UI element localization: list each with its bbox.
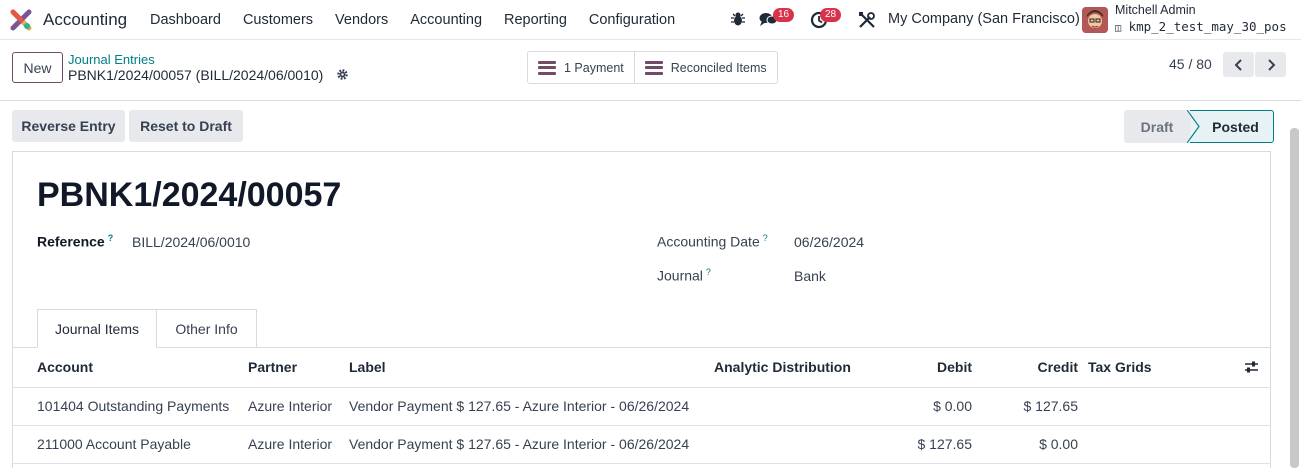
pager-previous-button[interactable]: [1223, 52, 1254, 77]
col-label[interactable]: Label: [349, 359, 386, 375]
pager-next-button[interactable]: [1255, 52, 1286, 77]
journal-value[interactable]: Bank: [794, 268, 826, 284]
cell-debit[interactable]: $ 127.65: [872, 436, 973, 452]
cell-credit[interactable]: $ 0.00: [978, 436, 1078, 452]
database-icon: ◫: [1115, 23, 1122, 34]
accounting-date-value[interactable]: 06/26/2024: [794, 234, 864, 250]
help-tooltip-icon[interactable]: ?: [108, 233, 114, 243]
table-header-divider: [13, 387, 1270, 388]
accounting-date-label-text: Accounting Date: [657, 233, 760, 250]
help-tooltip-icon[interactable]: ?: [763, 233, 768, 243]
page-scrollbar[interactable]: [1290, 128, 1299, 468]
menu-vendors[interactable]: Vendors: [324, 12, 399, 28]
status-bar: Draft Posted: [1124, 110, 1274, 143]
status-arrow: [1187, 110, 1200, 143]
cell-label[interactable]: Vendor Payment $ 127.65 - Azure Interior…: [349, 398, 689, 414]
reverse-entry-button[interactable]: Reverse Entry: [12, 110, 125, 142]
menu-dashboard[interactable]: Dashboard: [139, 12, 232, 28]
tools-icon[interactable]: [858, 11, 876, 29]
smart-buttons: 1 Payment Reconciled Items: [527, 51, 778, 84]
menu-accounting[interactable]: Accounting: [399, 12, 493, 28]
journal-label-text: Journal: [657, 267, 703, 284]
cell-label[interactable]: Vendor Payment $ 127.65 - Azure Interior…: [349, 436, 689, 452]
entry-title: PBNK1/2024/00057: [37, 176, 342, 214]
messages-badge: 16: [773, 8, 795, 22]
reconciled-items-label: Reconciled Items: [670, 60, 767, 75]
app-name[interactable]: Accounting: [43, 10, 127, 30]
pager-value[interactable]: 45 / 80: [1169, 56, 1212, 72]
accounting-date-label: Accounting Date?: [657, 233, 768, 250]
top-navbar: Accounting Dashboard Customers Vendors A…: [0, 0, 1301, 40]
row-divider: [13, 463, 1270, 464]
chevron-left-icon: [1234, 58, 1242, 71]
col-account[interactable]: Account: [37, 359, 93, 375]
cell-account[interactable]: 211000 Account Payable: [37, 436, 191, 452]
chevron-right-icon: [1267, 58, 1275, 71]
journal-label: Journal?: [657, 267, 711, 284]
accounting-app-icon[interactable]: [10, 9, 32, 31]
new-button[interactable]: New: [12, 52, 63, 83]
col-partner[interactable]: Partner: [248, 359, 297, 375]
control-panel: New Journal Entries PBNK1/2024/00057 (BI…: [0, 40, 1301, 101]
reconciled-items-smart-button[interactable]: Reconciled Items: [633, 52, 777, 83]
cell-credit[interactable]: $ 127.65: [978, 398, 1079, 414]
help-tooltip-icon[interactable]: ?: [706, 267, 711, 277]
main-menu: Dashboard Customers Vendors Accounting R…: [139, 0, 686, 40]
breadcrumb-parent[interactable]: Journal Entries: [68, 52, 155, 67]
cell-debit[interactable]: $ 0.00: [872, 398, 972, 414]
menu-customers[interactable]: Customers: [232, 12, 324, 28]
list-icon: [538, 60, 556, 75]
user-name[interactable]: Mitchell Admin: [1115, 3, 1196, 17]
col-credit[interactable]: Credit: [978, 359, 1078, 375]
tab-other-info[interactable]: Other Info: [156, 309, 257, 348]
database-name-text: kmp_2_test_may_30_pos: [1128, 19, 1287, 34]
list-icon: [644, 60, 663, 75]
payment-smart-label: 1 Payment: [564, 60, 624, 75]
payment-smart-button[interactable]: 1 Payment: [528, 52, 634, 83]
col-debit[interactable]: Debit: [872, 359, 972, 375]
cell-partner[interactable]: Azure Interior: [248, 398, 332, 414]
breadcrumb-current: PBNK1/2024/00057 (BILL/2024/06/0010): [68, 67, 324, 83]
user-avatar[interactable]: [1082, 7, 1108, 33]
menu-reporting[interactable]: Reporting: [493, 12, 578, 28]
optional-columns-icon[interactable]: [1244, 360, 1259, 374]
tab-journal-items[interactable]: Journal Items: [37, 309, 157, 348]
col-analytic-distribution[interactable]: Analytic Distribution: [714, 359, 851, 375]
cell-account[interactable]: 101404 Outstanding Payments: [37, 398, 229, 414]
row-divider: [13, 425, 1270, 426]
status-posted[interactable]: Posted: [1190, 110, 1274, 143]
reset-to-draft-button[interactable]: Reset to Draft: [129, 110, 243, 142]
cell-partner[interactable]: Azure Interior: [248, 436, 332, 452]
menu-configuration[interactable]: Configuration: [578, 12, 686, 28]
reference-label-text: Reference: [37, 233, 105, 250]
gear-icon[interactable]: [336, 68, 349, 81]
company-switcher[interactable]: My Company (San Francisco): [888, 11, 1080, 27]
reference-label: Reference?: [37, 233, 113, 250]
reference-value[interactable]: BILL/2024/06/0010: [132, 234, 250, 250]
col-tax-grids[interactable]: Tax Grids: [1088, 359, 1152, 375]
activities-badge: 28: [820, 8, 842, 22]
status-draft[interactable]: Draft: [1124, 110, 1190, 143]
database-name: ◫ kmp_2_test_may_30_pos: [1115, 19, 1287, 34]
bug-icon[interactable]: [730, 11, 746, 27]
